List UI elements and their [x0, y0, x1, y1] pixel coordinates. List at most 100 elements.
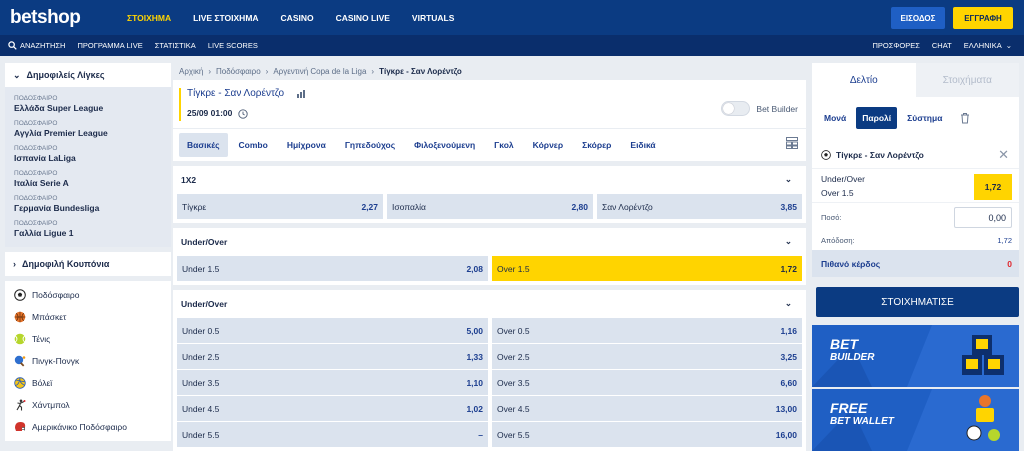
- logo[interactable]: betshop: [10, 7, 110, 29]
- market-header[interactable]: Under/Over ⌄: [177, 228, 802, 255]
- nav-sports[interactable]: ΣΤΟΙΧΗΜΑ: [116, 13, 182, 23]
- tab-combo[interactable]: Combo: [231, 133, 276, 157]
- league-item[interactable]: ΠΟΔΟΣΦΑΙΡΟ Ελλάδα Super League: [5, 91, 171, 116]
- breadcrumb-league[interactable]: Αργεντινή Copa de la Liga: [273, 67, 366, 76]
- sport-item-american-football[interactable]: Αμερικάνικο Ποδόσφαιρο: [5, 416, 171, 438]
- popular-coupons-header[interactable]: › Δημοφιλή Κουπόνια: [5, 252, 171, 276]
- league-name: Ελλάδα Super League: [14, 103, 104, 113]
- stats-icon[interactable]: [296, 89, 307, 98]
- tab-main[interactable]: Βασικές: [179, 133, 228, 157]
- potential-win-row: Πιθανό κέρδος 0: [812, 250, 1019, 277]
- odd-button[interactable]: Σαν Λορέντζο 3,85: [597, 194, 802, 219]
- sport-label: Μπάσκετ: [32, 312, 67, 322]
- odd-button[interactable]: Under 5.5 –: [177, 422, 488, 447]
- promo-subtitle: BET WALLET: [830, 416, 894, 427]
- sports-balls-icon: [966, 395, 1000, 441]
- selection-detail: Under/Over Over 1.5 1,72: [812, 168, 1019, 202]
- league-name: Ισπανία LaLiga: [14, 153, 76, 163]
- mode-system[interactable]: Σύστημα: [901, 107, 948, 129]
- language-label: ΕΛΛΗΝΙΚΑ: [963, 41, 1002, 50]
- market-title: Under/Over: [181, 236, 228, 247]
- offers-link[interactable]: ΠΡΟΣΦΟΡΕΣ: [873, 41, 920, 50]
- tab-away[interactable]: Φιλοξενούμενη: [406, 133, 483, 157]
- odd-button[interactable]: Under 1.5 2,08: [177, 256, 488, 281]
- sport-label: Τένις: [32, 334, 51, 344]
- register-button[interactable]: ΕΓΓΡΑΦΗ: [953, 7, 1013, 29]
- promo-text: BET BUILDER: [830, 337, 874, 364]
- chat-link[interactable]: CHAT: [932, 41, 952, 50]
- sport-item-football[interactable]: Ποδόσφαιρο: [5, 284, 171, 306]
- close-icon[interactable]: ✕: [998, 147, 1009, 163]
- odds-row: Under 4.5 1,02 Over 4.5 13,00: [177, 396, 802, 421]
- odd-button[interactable]: Over 0.5 1,16: [492, 318, 802, 343]
- odd-label: Over 2.5: [497, 351, 530, 362]
- odd-button[interactable]: Under 4.5 1,02: [177, 396, 488, 421]
- market-header[interactable]: 1X2 ⌄: [177, 166, 802, 193]
- mode-accumulator[interactable]: Παρολί: [856, 107, 898, 129]
- odd-button[interactable]: Over 4.5 13,00: [492, 396, 802, 421]
- statistics-link[interactable]: ΣΤΑΤΙΣΤΙΚΑ: [155, 41, 196, 50]
- potential-win-value: 0: [1007, 259, 1012, 269]
- popular-leagues-header[interactable]: ⌄ Δημοφιλείς Λίγκες: [5, 63, 171, 87]
- tab-halves[interactable]: Ημίχρονα: [279, 133, 334, 157]
- tab-home[interactable]: Γηπεδούχος: [337, 133, 403, 157]
- sport-item-basketball[interactable]: Μπάσκετ: [5, 306, 171, 328]
- chevron-down-icon: ⌄: [1005, 41, 1012, 50]
- breadcrumb-home[interactable]: Αρχική: [179, 67, 203, 76]
- live-schedule-link[interactable]: ΠΡΟΓΡΑΜΜΑ LIVE: [77, 41, 142, 50]
- left-sidebar: ⌄ Δημοφιλείς Λίγκες ΠΟΔΟΣΦΑΙΡΟ Ελλάδα Sup…: [5, 63, 171, 441]
- odd-label: Τίγκρε: [182, 201, 207, 212]
- search-icon: [8, 41, 17, 50]
- nav-casino-live[interactable]: CASINO LIVE: [325, 13, 401, 23]
- live-scores-link[interactable]: LIVE SCORES: [208, 41, 258, 50]
- market-tabs: Βασικές Combo Ημίχρονα Γηπεδούχος Φιλοξε…: [173, 129, 806, 161]
- search-link[interactable]: ΑΝΑΖΗΤΗΣΗ: [8, 41, 65, 50]
- bet-builder-toggle[interactable]: [721, 101, 751, 116]
- tab-specials[interactable]: Ειδικά: [622, 133, 663, 157]
- league-item[interactable]: ΠΟΔΟΣΦΑΙΡΟ Αγγλία Premier League: [5, 116, 171, 141]
- tab-betslip[interactable]: Δελτίο: [812, 63, 916, 97]
- promo-bet-builder[interactable]: BET BUILDER: [812, 325, 1019, 387]
- stake-label: Ποσό:: [821, 213, 842, 222]
- mode-singles[interactable]: Μονά: [818, 107, 852, 129]
- odd-button[interactable]: Under 0.5 5,00: [177, 318, 488, 343]
- odd-button[interactable]: Under 3.5 1,10: [177, 370, 488, 395]
- odd-button[interactable]: Under 2.5 1,33: [177, 344, 488, 369]
- odds-row: Under 2.5 1,33 Over 2.5 3,25: [177, 344, 802, 369]
- trash-icon[interactable]: [960, 112, 970, 124]
- odd-button[interactable]: Ισοπαλία 2,80: [387, 194, 593, 219]
- sport-item-handball[interactable]: Χάντμπολ: [5, 394, 171, 416]
- bet-builder-label: Bet Builder: [756, 103, 798, 114]
- odd-value: 3,85: [780, 201, 797, 212]
- login-button[interactable]: ΕΙΣΟΔΟΣ: [891, 7, 945, 29]
- league-item[interactable]: ΠΟΔΟΣΦΑΙΡΟ Γαλλία Ligue 1: [5, 216, 171, 241]
- tab-my-bets[interactable]: Στοιχήματα: [915, 63, 1019, 97]
- betslip-selection: Τίγκρε - Σαν Λορέντζο ✕ Under/Over Over …: [812, 142, 1019, 277]
- nav-virtuals[interactable]: VIRTUALS: [401, 13, 466, 23]
- odd-button-selected[interactable]: Over 1.5 1,72: [492, 256, 802, 281]
- language-select[interactable]: ΕΛΛΗΝΙΚΑ ⌄: [964, 41, 1012, 50]
- nav-live[interactable]: LIVE ΣΤΟΙΧΗΜΑ: [182, 13, 269, 23]
- breadcrumb-sport[interactable]: Ποδόσφαιρο: [216, 67, 261, 76]
- sport-item-volleyball[interactable]: Βόλεϊ: [5, 372, 171, 394]
- place-bet-button[interactable]: ΣΤΟΙΧΗΜΑΤΙΣΕ: [816, 287, 1019, 317]
- market-header[interactable]: Under/Over ⌄: [177, 290, 802, 317]
- volleyball-icon: [14, 377, 26, 389]
- league-item[interactable]: ΠΟΔΟΣΦΑΙΡΟ Γερμανία Bundesliga: [5, 191, 171, 216]
- tab-corners[interactable]: Κόρνερ: [525, 133, 571, 157]
- nav-casino[interactable]: CASINO: [270, 13, 325, 23]
- odd-button[interactable]: Τίγκρε 2,27: [177, 194, 383, 219]
- tab-goals[interactable]: Γκολ: [486, 133, 522, 157]
- odd-button[interactable]: Over 3.5 6,60: [492, 370, 802, 395]
- league-item[interactable]: ΠΟΔΟΣΦΑΙΡΟ Ιταλία Serie A: [5, 166, 171, 191]
- odd-button[interactable]: Over 5.5 16,00: [492, 422, 802, 447]
- sport-item-table-tennis[interactable]: Πινγκ-Πονγκ: [5, 350, 171, 372]
- tab-scorer[interactable]: Σκόρερ: [574, 133, 619, 157]
- league-list: ΠΟΔΟΣΦΑΙΡΟ Ελλάδα Super League ΠΟΔΟΣΦΑΙΡΟ…: [5, 87, 171, 247]
- layout-grid-icon[interactable]: [786, 137, 798, 149]
- promo-free-bet-wallet[interactable]: FREE BET WALLET: [812, 389, 1019, 451]
- sport-item-tennis[interactable]: Τένις: [5, 328, 171, 350]
- stake-input[interactable]: 0,00: [954, 207, 1012, 228]
- league-item[interactable]: ΠΟΔΟΣΦΑΙΡΟ Ισπανία LaLiga: [5, 141, 171, 166]
- odd-button[interactable]: Over 2.5 3,25: [492, 344, 802, 369]
